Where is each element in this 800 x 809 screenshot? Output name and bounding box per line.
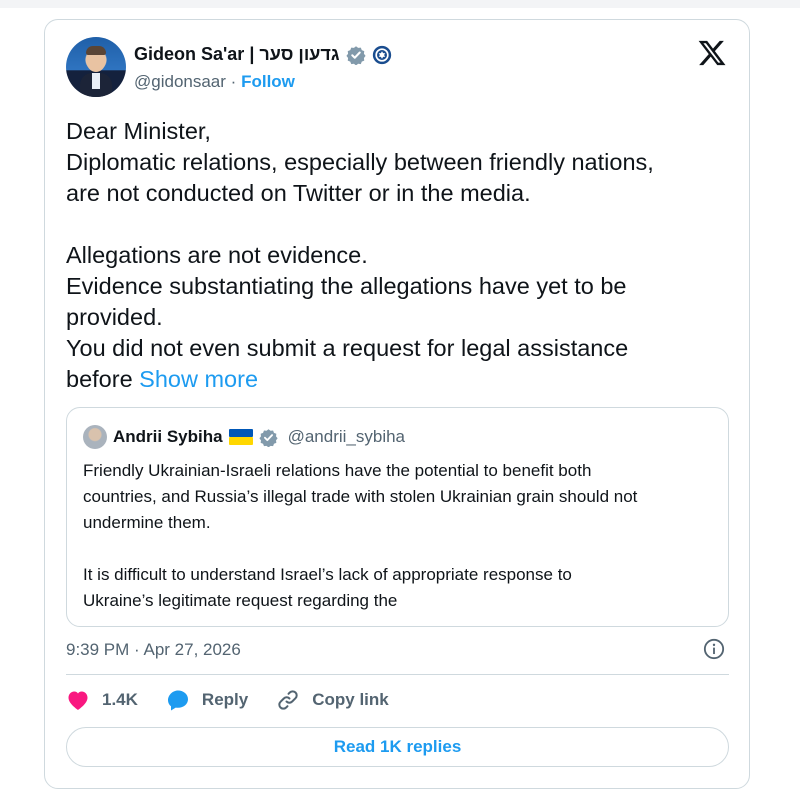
verified-badge-icon bbox=[345, 45, 366, 65]
tweet-card: Gideon Sa'ar | גדעון סער @gidonsaar · Fo… bbox=[44, 19, 750, 789]
action-bar: 1.4K Reply Copy link bbox=[66, 688, 417, 712]
tweet-text: Dear Minister, Diplomatic relations, esp… bbox=[66, 116, 706, 395]
quoted-author-name: Andrii Sybiha bbox=[113, 427, 223, 446]
quoted-header: Andrii Sybiha @andrii_sybiha bbox=[83, 425, 405, 449]
read-replies-button[interactable]: Read 1K replies bbox=[66, 727, 729, 767]
author-avatar[interactable] bbox=[66, 37, 126, 97]
top-strip bbox=[0, 0, 800, 8]
author-name[interactable]: Gideon Sa'ar | גדעון סער bbox=[134, 44, 340, 65]
reply-bubble-icon bbox=[167, 690, 188, 711]
ukraine-flag-icon bbox=[228, 429, 253, 445]
separator-dot: · bbox=[230, 72, 237, 91]
author-handle[interactable]: @gidonsaar bbox=[134, 72, 226, 91]
verified-badge-icon bbox=[258, 428, 278, 447]
follow-button[interactable]: Follow bbox=[241, 72, 295, 91]
copy-link-label: Copy link bbox=[312, 690, 389, 709]
link-icon bbox=[278, 690, 298, 710]
reply-label: Reply bbox=[201, 690, 249, 709]
government-emblem-icon bbox=[372, 45, 391, 64]
quoted-author-handle: @andrii_sybiha bbox=[287, 427, 406, 446]
heart-icon bbox=[68, 691, 88, 710]
info-icon[interactable] bbox=[703, 638, 725, 660]
show-more-link[interactable]: Show more bbox=[139, 366, 258, 392]
author-handle-row: @gidonsaar · Follow bbox=[134, 72, 295, 92]
reply-button[interactable]: Reply bbox=[166, 688, 248, 712]
like-button[interactable]: 1.4K bbox=[66, 689, 138, 711]
like-count: 1.4K bbox=[102, 690, 138, 709]
tweet-timestamp[interactable]: 9:39 PM · Apr 27, 2026 bbox=[66, 640, 241, 660]
author-name-row: Gideon Sa'ar | גדעון סער bbox=[134, 44, 392, 65]
x-logo-icon[interactable] bbox=[697, 38, 727, 68]
quoted-text: Friendly Ukrainian-Israeli relations hav… bbox=[83, 461, 638, 610]
divider bbox=[66, 674, 729, 675]
copy-link-button[interactable]: Copy link bbox=[276, 688, 389, 712]
quoted-avatar bbox=[83, 425, 107, 449]
tweet-body: Dear Minister, Diplomatic relations, esp… bbox=[66, 118, 654, 392]
quoted-tweet[interactable]: Andrii Sybiha @andrii_sybiha Friendly Uk… bbox=[66, 407, 729, 627]
